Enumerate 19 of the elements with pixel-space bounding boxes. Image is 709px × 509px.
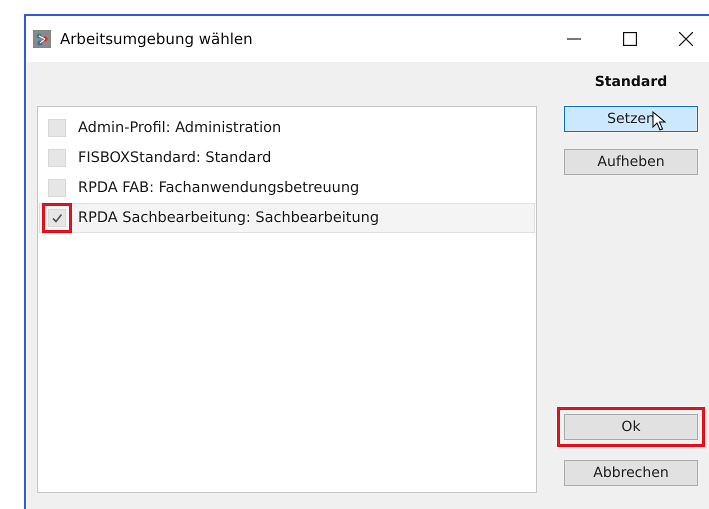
- check-icon: [50, 211, 64, 225]
- maximize-icon[interactable]: [623, 32, 637, 46]
- window-title: Arbeitsumgebung wählen: [60, 30, 253, 48]
- checkbox[interactable]: [48, 149, 66, 167]
- list-item[interactable]: RPDA Sachbearbeitung: Sachbearbeitung: [39, 203, 535, 233]
- action-button[interactable]: Setzen: [564, 106, 698, 132]
- checkbox[interactable]: [48, 119, 66, 137]
- list-item[interactable]: FISBOXStandard: Standard: [39, 143, 535, 173]
- list-item[interactable]: RPDA FAB: Fachanwendungsbetreuung: [39, 173, 535, 203]
- cursor-icon: [652, 111, 666, 131]
- dialog-button[interactable]: Ok: [564, 414, 698, 440]
- molecule-icon: [33, 30, 51, 48]
- checkbox[interactable]: [48, 179, 66, 197]
- close-icon[interactable]: [679, 32, 693, 46]
- action-button[interactable]: Aufheben: [564, 149, 698, 175]
- dialog-button[interactable]: Abbrechen: [564, 460, 698, 486]
- list-item[interactable]: Admin-Profil: Administration: [39, 113, 535, 143]
- default-heading: Standard: [594, 73, 668, 92]
- checkbox[interactable]: [48, 209, 66, 227]
